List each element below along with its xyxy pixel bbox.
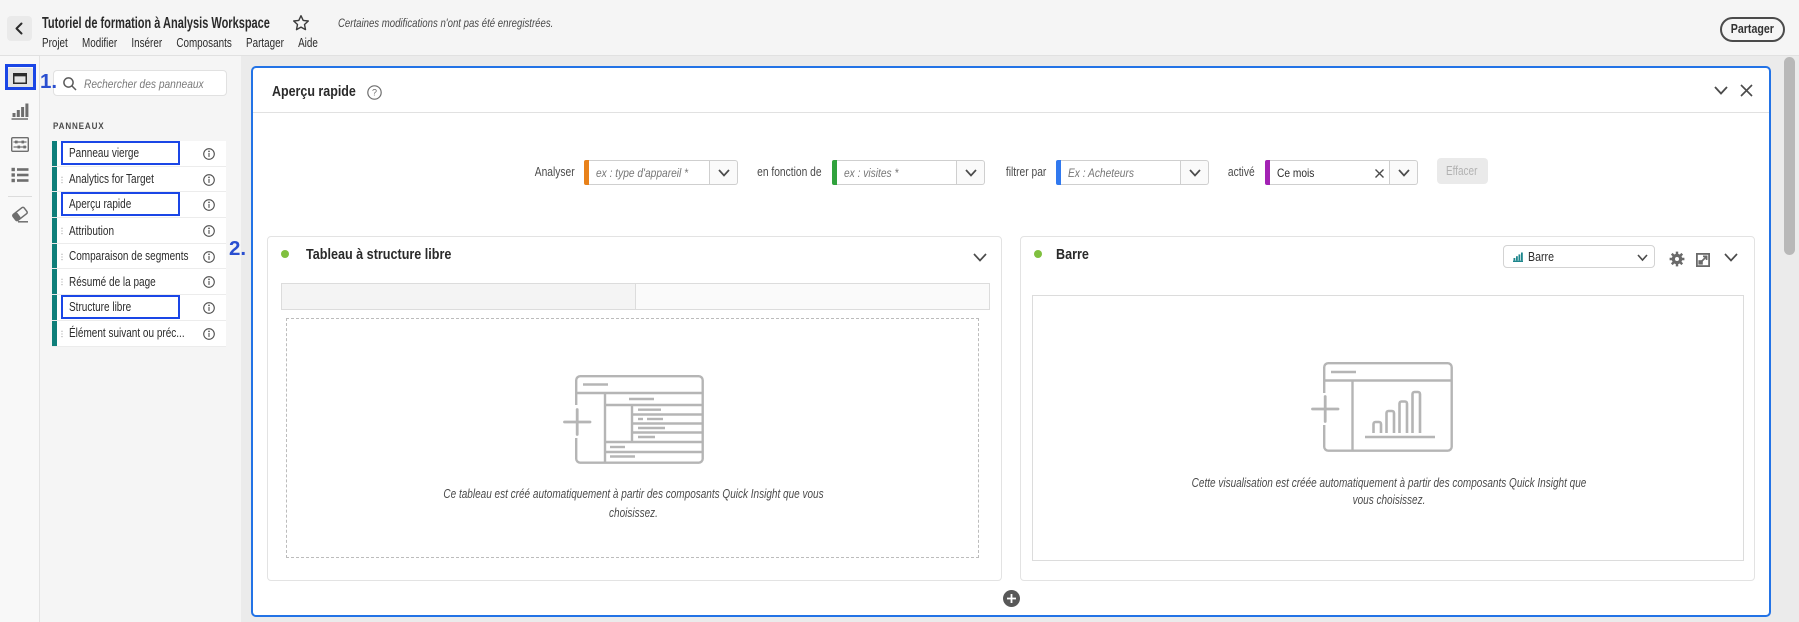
svg-text:?: ? — [372, 87, 377, 97]
